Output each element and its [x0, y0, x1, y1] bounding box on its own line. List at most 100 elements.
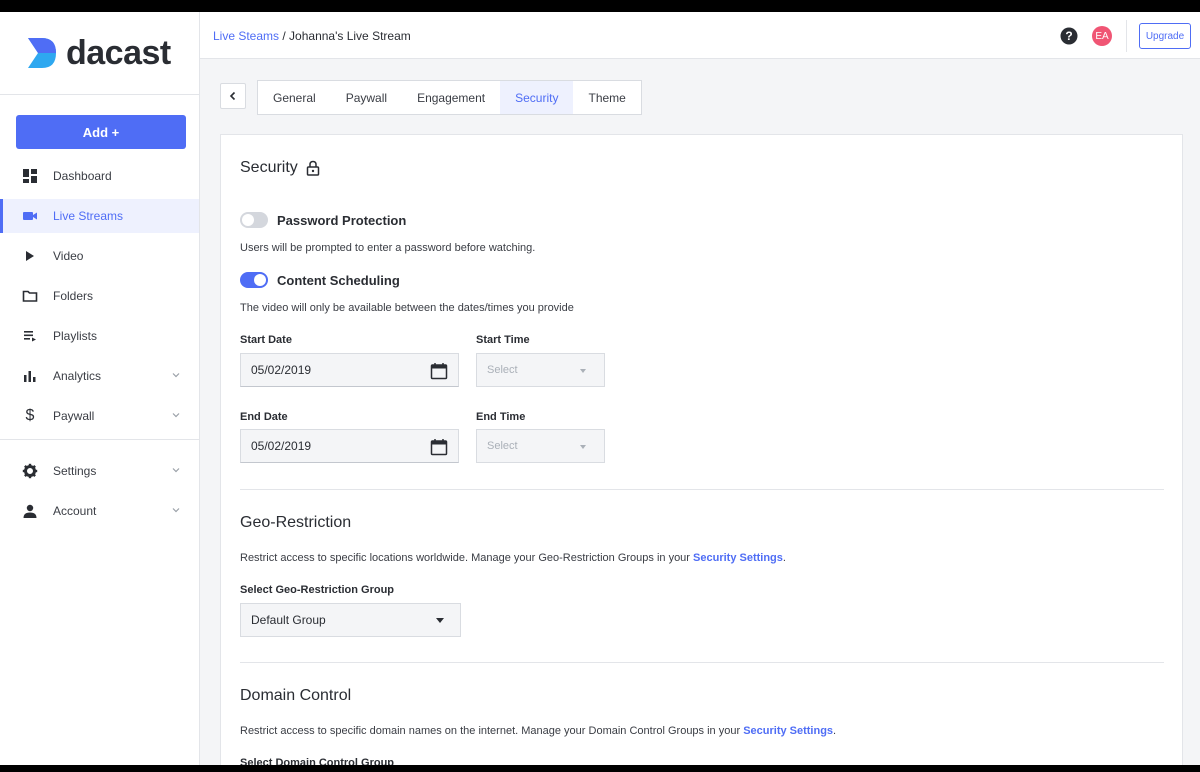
geo-restriction-select[interactable]: Default Group [240, 603, 461, 637]
domain-control-select-label: Select Domain Control Group [240, 757, 395, 765]
tab-security[interactable]: Security [500, 81, 574, 114]
dacast-logo-icon [28, 38, 56, 68]
app-window: dacast Add + Dashboard Live Streams Vide… [0, 12, 1200, 765]
end-time-select[interactable]: Select [476, 429, 605, 463]
geo-help-suffix: . [782, 552, 786, 564]
sidebar-item-video[interactable]: Video [0, 239, 199, 273]
sidebar-item-label: Folders [53, 289, 94, 303]
sidebar-item-folders[interactable]: Folders [0, 279, 199, 313]
geo-restriction-select-label: Select Geo-Restriction Group [240, 584, 395, 596]
start-time-label: Start Time [476, 334, 530, 346]
password-protection-label: Password Protection [277, 213, 407, 228]
content-scheduling-toggle[interactable] [240, 272, 268, 288]
sidebar-item-playlists[interactable]: Playlists [0, 319, 199, 353]
sidebar-item-label: Account [53, 504, 97, 518]
sidebar-nav: Dashboard Live Streams Video Folders Pla… [0, 159, 199, 534]
end-time-placeholder: Select [487, 440, 518, 452]
geo-security-settings-link[interactable]: Security Settings [693, 552, 783, 564]
calendar-icon[interactable] [430, 438, 448, 456]
security-title-text: Security [240, 159, 298, 176]
folder-icon [22, 288, 38, 304]
start-time-select[interactable]: Select [476, 353, 605, 387]
section-divider [240, 662, 1164, 663]
caret-down-icon [436, 618, 444, 623]
caret-down-icon [580, 445, 586, 449]
video-camera-icon [22, 208, 38, 224]
geo-help-text: Restrict access to specific locations wo… [240, 552, 694, 564]
tab-general[interactable]: General [258, 81, 331, 114]
gear-icon [22, 463, 38, 479]
breadcrumb: Live Steams / Johanna's Live Stream [213, 29, 411, 43]
sidebar-item-label: Dashboard [53, 169, 112, 183]
end-date-value: 05/02/2019 [251, 439, 312, 453]
sidebar-item-label: Video [53, 249, 84, 263]
add-button[interactable]: Add + [16, 115, 186, 149]
domain-security-settings-link[interactable]: Security Settings [743, 725, 833, 737]
avatar[interactable]: EA [1092, 26, 1112, 46]
security-card: Security Password Protection Users will … [220, 134, 1183, 765]
tab-engagement[interactable]: Engagement [402, 81, 500, 114]
svg-text:?: ? [1065, 29, 1072, 43]
play-icon [22, 248, 38, 264]
bar-chart-icon [22, 368, 38, 384]
sidebar-item-account[interactable]: Account [0, 494, 199, 528]
domain-help-text: Restrict access to specific domain names… [240, 725, 744, 737]
content-scheduling-help: The video will only be available between… [240, 302, 574, 314]
section-title-geo-restriction: Geo-Restriction [240, 514, 352, 531]
sidebar-item-label: Playlists [53, 329, 98, 343]
chevron-down-icon [172, 373, 180, 378]
sidebar-item-analytics[interactable]: Analytics [0, 359, 199, 393]
sidebar: dacast Add + Dashboard Live Streams Vide… [0, 12, 200, 765]
end-date-field[interactable]: 05/02/2019 [240, 429, 459, 463]
chevron-left-icon [229, 91, 236, 101]
start-time-placeholder: Select [487, 364, 518, 376]
dollar-icon: $ [25, 407, 35, 424]
start-date-field[interactable]: 05/02/2019 [240, 353, 459, 387]
playlist-icon [22, 328, 38, 344]
sidebar-item-paywall[interactable]: $ Paywall [0, 399, 199, 433]
sidebar-item-settings[interactable]: Settings [0, 454, 199, 488]
geo-restriction-help: Restrict access to specific locations wo… [240, 552, 786, 564]
calendar-icon[interactable] [430, 362, 448, 380]
start-date-label: Start Date [240, 334, 292, 346]
end-time-label: End Time [476, 411, 526, 423]
person-icon [22, 503, 38, 519]
domain-control-help: Restrict access to specific domain names… [240, 725, 836, 737]
start-date-value: 05/02/2019 [251, 363, 312, 377]
end-date-label: End Date [240, 411, 288, 423]
password-protection-help: Users will be prompted to enter a passwo… [240, 242, 536, 254]
chevron-down-icon [172, 508, 180, 513]
section-title-security: Security [240, 159, 320, 177]
content-scheduling-label: Content Scheduling [277, 273, 400, 288]
help-icon[interactable]: ? [1060, 27, 1078, 45]
geo-restriction-value: Default Group [251, 613, 326, 627]
sidebar-divider [0, 439, 199, 440]
caret-down-icon [580, 369, 586, 373]
domain-help-suffix: . [833, 725, 837, 737]
sidebar-item-label: Paywall [53, 409, 95, 423]
breadcrumb-current: Johanna's Live Stream [289, 29, 411, 43]
topbar-divider [1126, 20, 1127, 52]
logo[interactable]: dacast [0, 12, 199, 95]
brand-name: dacast [66, 33, 171, 72]
dashboard-icon [22, 168, 38, 184]
chevron-down-icon [172, 468, 180, 473]
lock-icon [306, 160, 320, 176]
tab-paywall[interactable]: Paywall [331, 81, 402, 114]
tab-bar: General Paywall Engagement Security Them… [257, 80, 642, 115]
tab-theme[interactable]: Theme [573, 81, 640, 114]
back-button[interactable] [220, 83, 246, 109]
section-title-domain-control: Domain Control [240, 687, 352, 704]
sidebar-item-label: Analytics [53, 369, 102, 383]
top-bar: Live Steams / Johanna's Live Stream ? EA… [200, 12, 1200, 59]
breadcrumb-link-live-streams[interactable]: Live Steams [213, 29, 279, 43]
breadcrumb-separator: / [279, 29, 290, 43]
sidebar-item-label: Live Streams [53, 209, 124, 223]
chevron-down-icon [172, 413, 180, 418]
password-protection-toggle[interactable] [240, 212, 268, 228]
sidebar-item-dashboard[interactable]: Dashboard [0, 159, 199, 193]
section-divider [240, 489, 1164, 490]
upgrade-button[interactable]: Upgrade [1139, 23, 1191, 49]
sidebar-item-live-streams[interactable]: Live Streams [0, 199, 199, 233]
sidebar-item-label: Settings [53, 464, 97, 478]
